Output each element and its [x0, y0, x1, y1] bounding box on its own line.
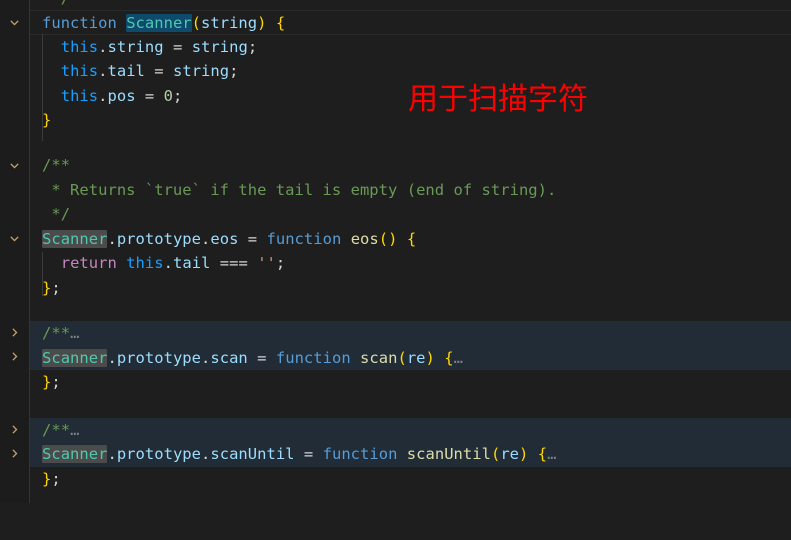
code-line-scanner-scanuntil[interactable]: Scanner.prototype.scanUntil = function s…: [0, 442, 791, 467]
code-line-content: */: [42, 0, 70, 11]
occurrence-highlight-scanner: Scanner: [42, 445, 108, 463]
code-line[interactable]: };: [0, 370, 791, 395]
occurrence-highlight-scanner: Scanner: [42, 229, 108, 248]
code-line-content: };: [42, 469, 61, 488]
code-line[interactable]: }: [0, 108, 791, 133]
code-line-blank[interactable]: [0, 395, 791, 420]
code-line-comment-open[interactable]: /**: [0, 153, 791, 178]
indent-guide: [42, 252, 43, 296]
code-editor[interactable]: */ function Scanner(string) { this.strin…: [0, 0, 791, 503]
code-line-content: * Returns `true` if the tail is empty (e…: [42, 180, 557, 199]
indent-guide: [42, 34, 43, 141]
code-line-content: Scanner.prototype.scanUntil = function s…: [42, 445, 557, 463]
code-line-content: this.pos = 0;: [60, 86, 183, 105]
code-line[interactable]: };: [0, 276, 791, 301]
code-line-content: function Scanner(string) {: [42, 14, 286, 32]
code-line-content: this.tail = string;: [60, 62, 239, 80]
fold-chevron-right-icon[interactable]: [0, 441, 29, 466]
code-line-scanner-scan[interactable]: Scanner.prototype.scan = function scan(r…: [0, 345, 791, 370]
code-line-scanner-eos[interactable]: Scanner.prototype.eos = function eos() {: [0, 227, 791, 252]
code-line-content: Scanner.prototype.eos = function eos() {: [42, 229, 417, 248]
code-line-content: return this.tail === '';: [60, 254, 286, 272]
occurrence-highlight-scanner: Scanner: [42, 348, 108, 367]
fold-chevron-right-icon[interactable]: [0, 320, 29, 345]
code-line-content: */: [42, 205, 71, 223]
code-line-function-scanner[interactable]: function Scanner(string) {: [0, 10, 791, 35]
code-line-content: /**…: [42, 420, 80, 439]
code-line[interactable]: */: [0, 0, 791, 11]
code-line-comment-close[interactable]: */: [0, 202, 791, 227]
gutter-separator: [29, 0, 30, 503]
occurrence-highlight-scanner: Scanner: [126, 14, 192, 32]
fold-chevron-down-icon[interactable]: [0, 153, 29, 178]
code-line[interactable]: this.tail = string;: [0, 59, 791, 84]
code-line[interactable]: this.pos = 0;: [0, 84, 791, 109]
code-line-content: Scanner.prototype.scan = function scan(r…: [42, 348, 463, 367]
code-line-content: }: [42, 111, 52, 129]
code-line-content: /**: [42, 156, 71, 174]
fold-chevron-right-icon[interactable]: [0, 344, 29, 369]
code-line-folded-comment[interactable]: /**…: [0, 417, 791, 442]
annotation-text: 用于扫描字符: [408, 82, 588, 117]
code-line-content: };: [42, 373, 61, 391]
code-line-comment-body[interactable]: * Returns `true` if the tail is empty (e…: [0, 178, 791, 203]
fold-chevron-right-icon[interactable]: [0, 417, 29, 442]
code-line[interactable]: this.string = string;: [0, 35, 791, 60]
fold-chevron-down-icon[interactable]: [0, 226, 29, 251]
code-line-return[interactable]: return this.tail === '';: [0, 251, 791, 276]
fold-chevron-down-icon[interactable]: [0, 10, 29, 35]
code-line[interactable]: };: [0, 467, 791, 492]
code-line-folded-comment[interactable]: /**…: [0, 321, 791, 346]
code-line-content: this.string = string;: [60, 37, 258, 56]
code-line-content: /**…: [42, 324, 80, 342]
code-line-content: };: [42, 278, 61, 297]
